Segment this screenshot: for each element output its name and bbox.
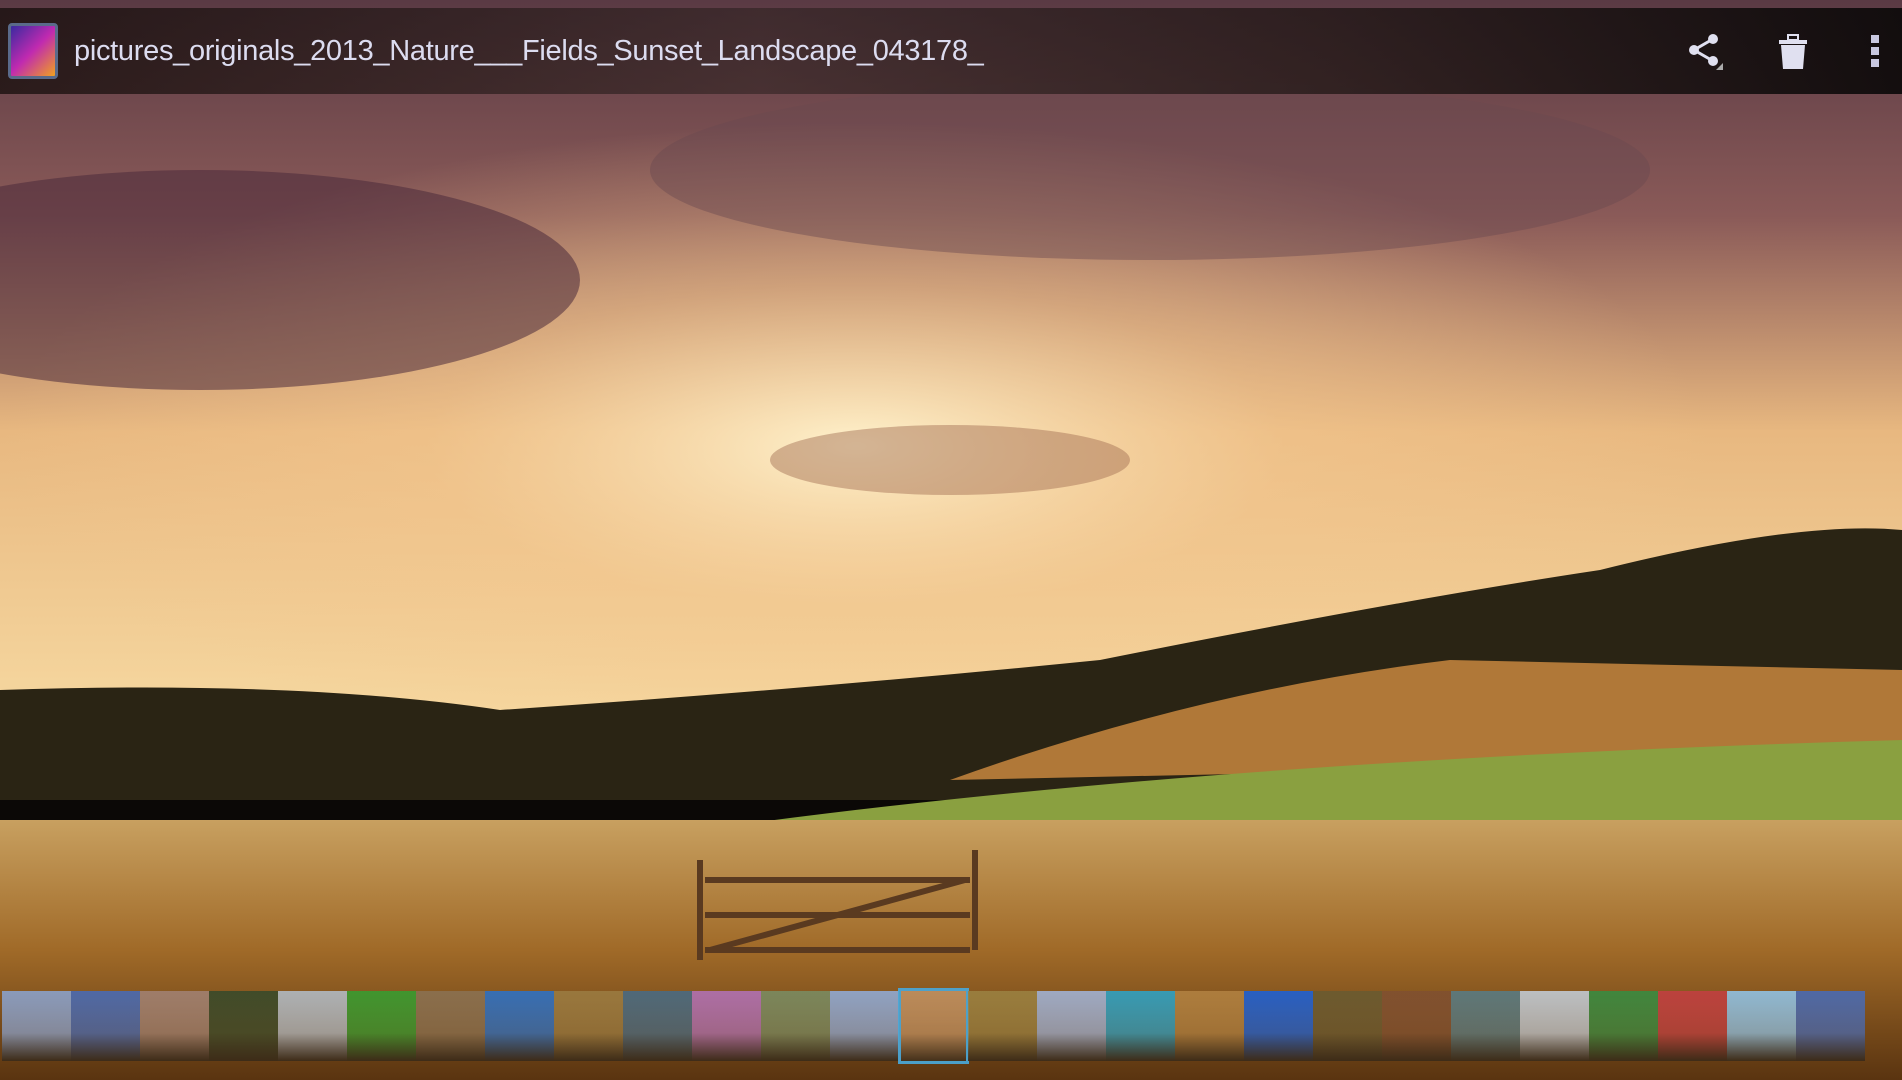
filmstrip-thumbnail[interactable] — [554, 991, 623, 1061]
gallery-app-icon[interactable] — [8, 23, 58, 79]
trash-icon — [1779, 34, 1807, 69]
filmstrip-thumbnail[interactable] — [1244, 991, 1313, 1061]
filmstrip-thumbnail[interactable] — [1589, 991, 1658, 1061]
filmstrip[interactable] — [0, 985, 1902, 1067]
filmstrip-thumbnail[interactable] — [1382, 991, 1451, 1061]
filmstrip-thumbnail[interactable] — [1658, 991, 1727, 1061]
filmstrip-thumbnail[interactable] — [1037, 991, 1106, 1061]
filmstrip-thumbnail[interactable] — [2, 991, 71, 1061]
filmstrip-thumbnail[interactable] — [140, 991, 209, 1061]
filmstrip-thumbnail[interactable] — [898, 988, 969, 1064]
filmstrip-thumbnail[interactable] — [1175, 991, 1244, 1061]
filmstrip-thumbnail[interactable] — [1313, 991, 1382, 1061]
filmstrip-thumbnail[interactable] — [1106, 991, 1175, 1061]
filmstrip-thumbnail[interactable] — [71, 991, 140, 1061]
filmstrip-thumbnail[interactable] — [485, 991, 554, 1061]
share-icon — [1689, 34, 1723, 70]
filmstrip-thumbnail[interactable] — [347, 991, 416, 1061]
image-title: pictures_originals_2013_Nature___Fields_… — [74, 34, 984, 67]
delete-button[interactable] — [1768, 26, 1818, 76]
filmstrip-thumbnail[interactable] — [830, 991, 899, 1061]
filmstrip-thumbnail[interactable] — [623, 991, 692, 1061]
filmstrip-thumbnail[interactable] — [968, 991, 1037, 1061]
action-bar: pictures_originals_2013_Nature___Fields_… — [0, 8, 1902, 94]
filmstrip-thumbnail[interactable] — [1451, 991, 1520, 1061]
filmstrip-thumbnail[interactable] — [209, 991, 278, 1061]
landscape-photo — [0, 0, 1902, 1080]
overflow-menu-button[interactable] — [1860, 26, 1890, 76]
filmstrip-thumbnail[interactable] — [1727, 991, 1796, 1061]
filmstrip-thumbnail[interactable] — [1520, 991, 1589, 1061]
filmstrip-thumbnail[interactable] — [278, 991, 347, 1061]
filmstrip-thumbnail[interactable] — [692, 991, 761, 1061]
filmstrip-thumbnail[interactable] — [416, 991, 485, 1061]
more-vert-icon — [1871, 35, 1879, 67]
filmstrip-thumbnail[interactable] — [1796, 991, 1865, 1061]
filmstrip-thumbnail[interactable] — [761, 991, 830, 1061]
share-button[interactable] — [1680, 26, 1730, 76]
